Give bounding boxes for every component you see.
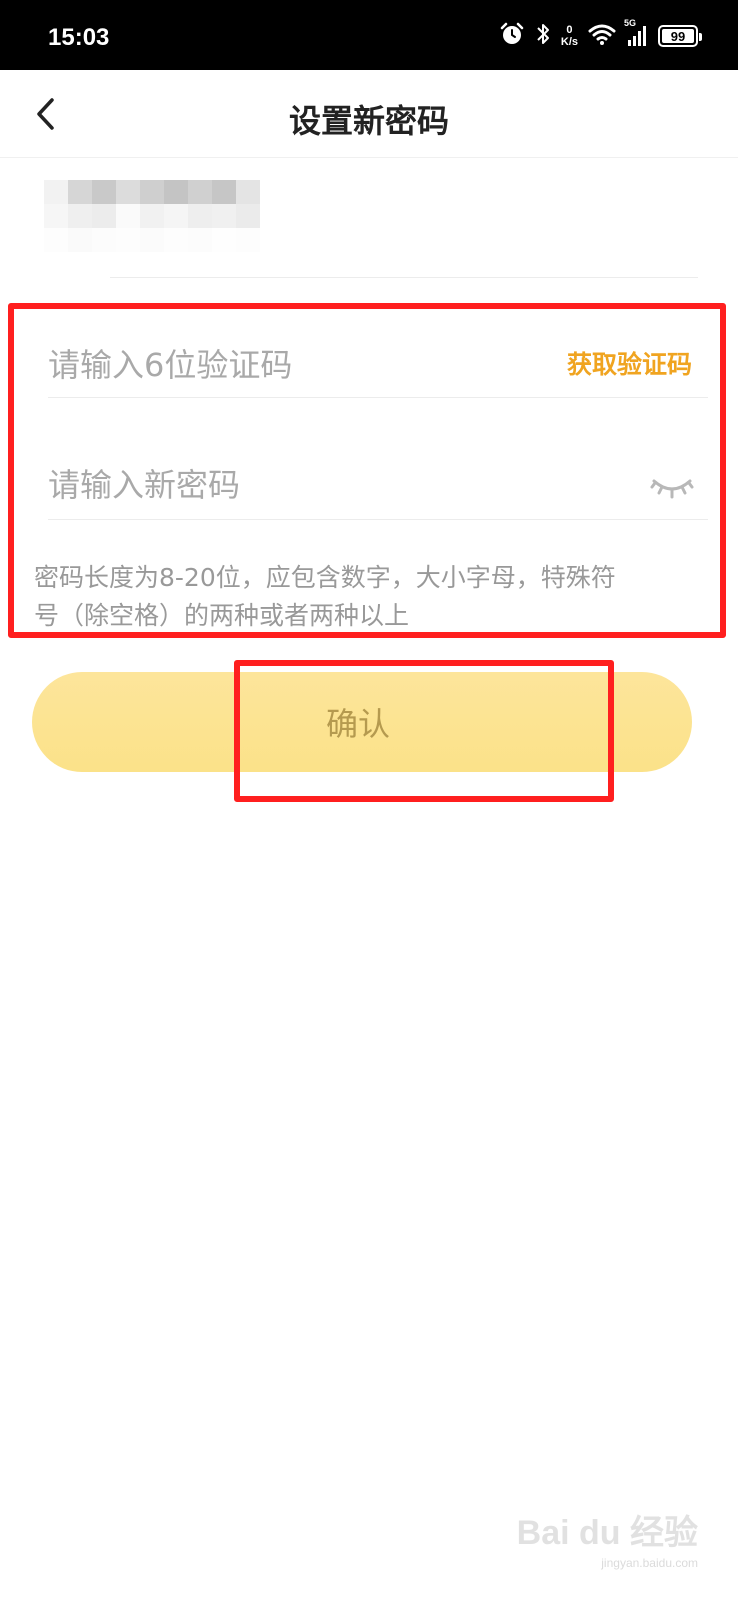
password-visibility-toggle[interactable] — [650, 473, 694, 503]
watermark-text: Bai du 经验 — [516, 1514, 698, 1552]
signal-icon: 5G — [624, 18, 648, 48]
bluetooth-icon — [535, 21, 551, 51]
nav-bar: 设置新密码 — [0, 70, 738, 158]
status-icons: 0 K/s 5G 99 — [499, 18, 702, 52]
divider — [48, 397, 708, 398]
net-speed-unit: K/s — [560, 36, 578, 48]
net-speed-value: 0 — [566, 24, 573, 36]
password-rule-hint: 密码长度为8-20位，应包含数字，大小字母，特殊符 号（除空格）的两种或者两种以… — [34, 559, 714, 635]
reset-form: 获取验证码 密码长度为8-20位，应包含数字，大小字母，特殊符 号（除空格）的两… — [8, 303, 726, 638]
new-password-input[interactable] — [48, 457, 508, 513]
net-speed: 0 K/s — [561, 24, 578, 48]
confirm-button[interactable]: 确认 — [32, 672, 692, 772]
watermark-url: jingyan.baidu.com — [601, 1556, 698, 1570]
battery-icon: 99 — [658, 25, 702, 47]
eye-closed-icon — [650, 479, 694, 499]
get-code-button[interactable]: 获取验证码 — [567, 345, 692, 381]
status-bar: 15:03 0 K/s 5G 99 — [0, 0, 738, 70]
alarm-icon — [499, 21, 525, 51]
baidu-watermark: Bai du 经验 jingyan.baidu.com — [517, 1505, 698, 1570]
verification-code-input[interactable] — [48, 337, 508, 393]
status-time: 15:03 — [48, 24, 110, 51]
divider — [48, 519, 708, 520]
battery-level: 99 — [670, 28, 686, 44]
masked-phone-number — [44, 180, 260, 252]
wifi-icon — [588, 22, 616, 50]
new-password-field — [48, 437, 708, 537]
phone-number-row — [22, 160, 698, 282]
hint-line-1: 密码长度为8-20位，应包含数字，大小字母，特殊符 — [34, 563, 616, 592]
hint-line-2: 号（除空格）的两种或者两种以上 — [34, 601, 410, 630]
network-type: 5G — [624, 18, 637, 28]
confirm-label: 确认 — [325, 705, 390, 743]
verification-code-field: 获取验证码 — [48, 317, 708, 417]
page-title: 设置新密码 — [288, 102, 449, 140]
divider — [110, 277, 698, 278]
